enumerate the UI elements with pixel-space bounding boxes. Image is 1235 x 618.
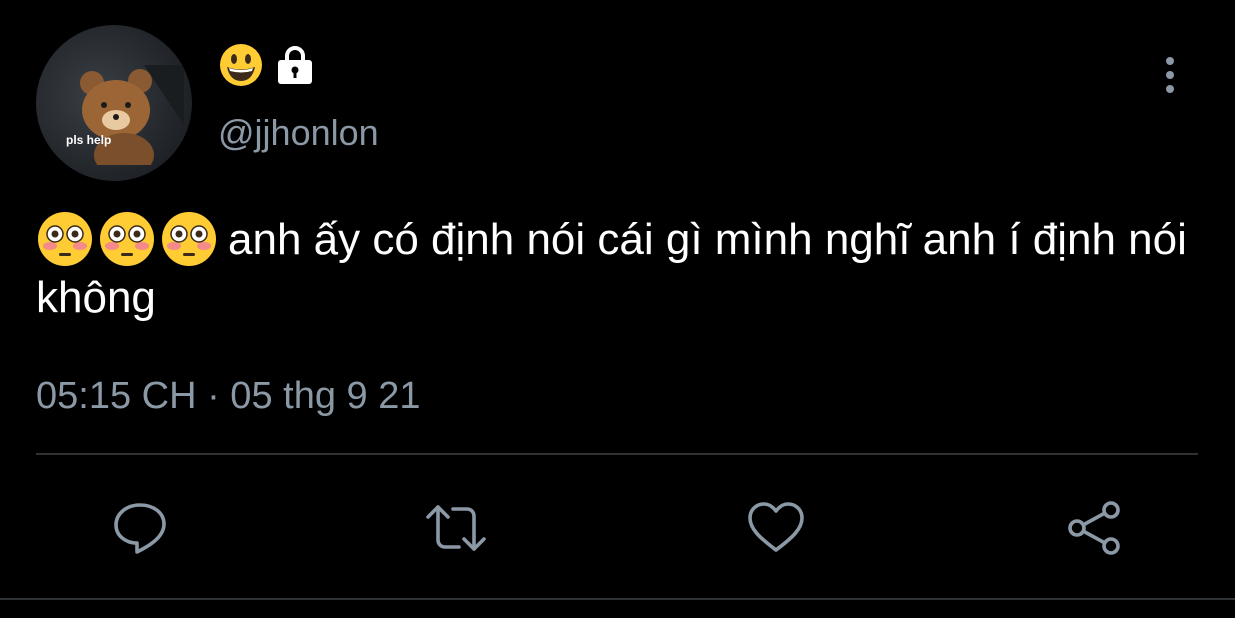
user-handle[interactable]: @jjhonlon	[218, 113, 379, 153]
lock-icon	[278, 46, 312, 84]
display-name[interactable]	[218, 42, 316, 88]
tweet-detail: pls help @jjhonlon anh ấy có định nói cá…	[0, 0, 1235, 618]
tweet-text: anh ấy có định nói cái gì mình nghĩ anh …	[36, 210, 1211, 327]
tweet-timestamp[interactable]: 05:15 CH · 05 thg 9 21	[36, 374, 420, 418]
teddy-bear-image	[80, 65, 184, 165]
more-options-icon[interactable]	[1158, 56, 1182, 96]
flushed-face-emoji	[162, 212, 216, 266]
share-button[interactable]	[1064, 498, 1124, 558]
share-icon	[1068, 501, 1120, 555]
divider	[36, 453, 1198, 455]
flushed-face-emoji	[100, 212, 154, 266]
flushed-face-emojis	[36, 210, 218, 268]
reply-button[interactable]	[110, 498, 170, 558]
avatar[interactable]: pls help	[36, 25, 192, 181]
flushed-face-emoji	[38, 212, 92, 266]
heart-icon	[748, 502, 804, 552]
retweet-icon	[426, 505, 486, 551]
retweet-button[interactable]	[426, 498, 486, 558]
like-button[interactable]	[746, 498, 806, 558]
comment-icon	[114, 503, 166, 554]
grinning-face-emoji	[220, 44, 262, 86]
avatar-caption: pls help	[66, 133, 112, 147]
bottom-divider	[0, 598, 1235, 600]
